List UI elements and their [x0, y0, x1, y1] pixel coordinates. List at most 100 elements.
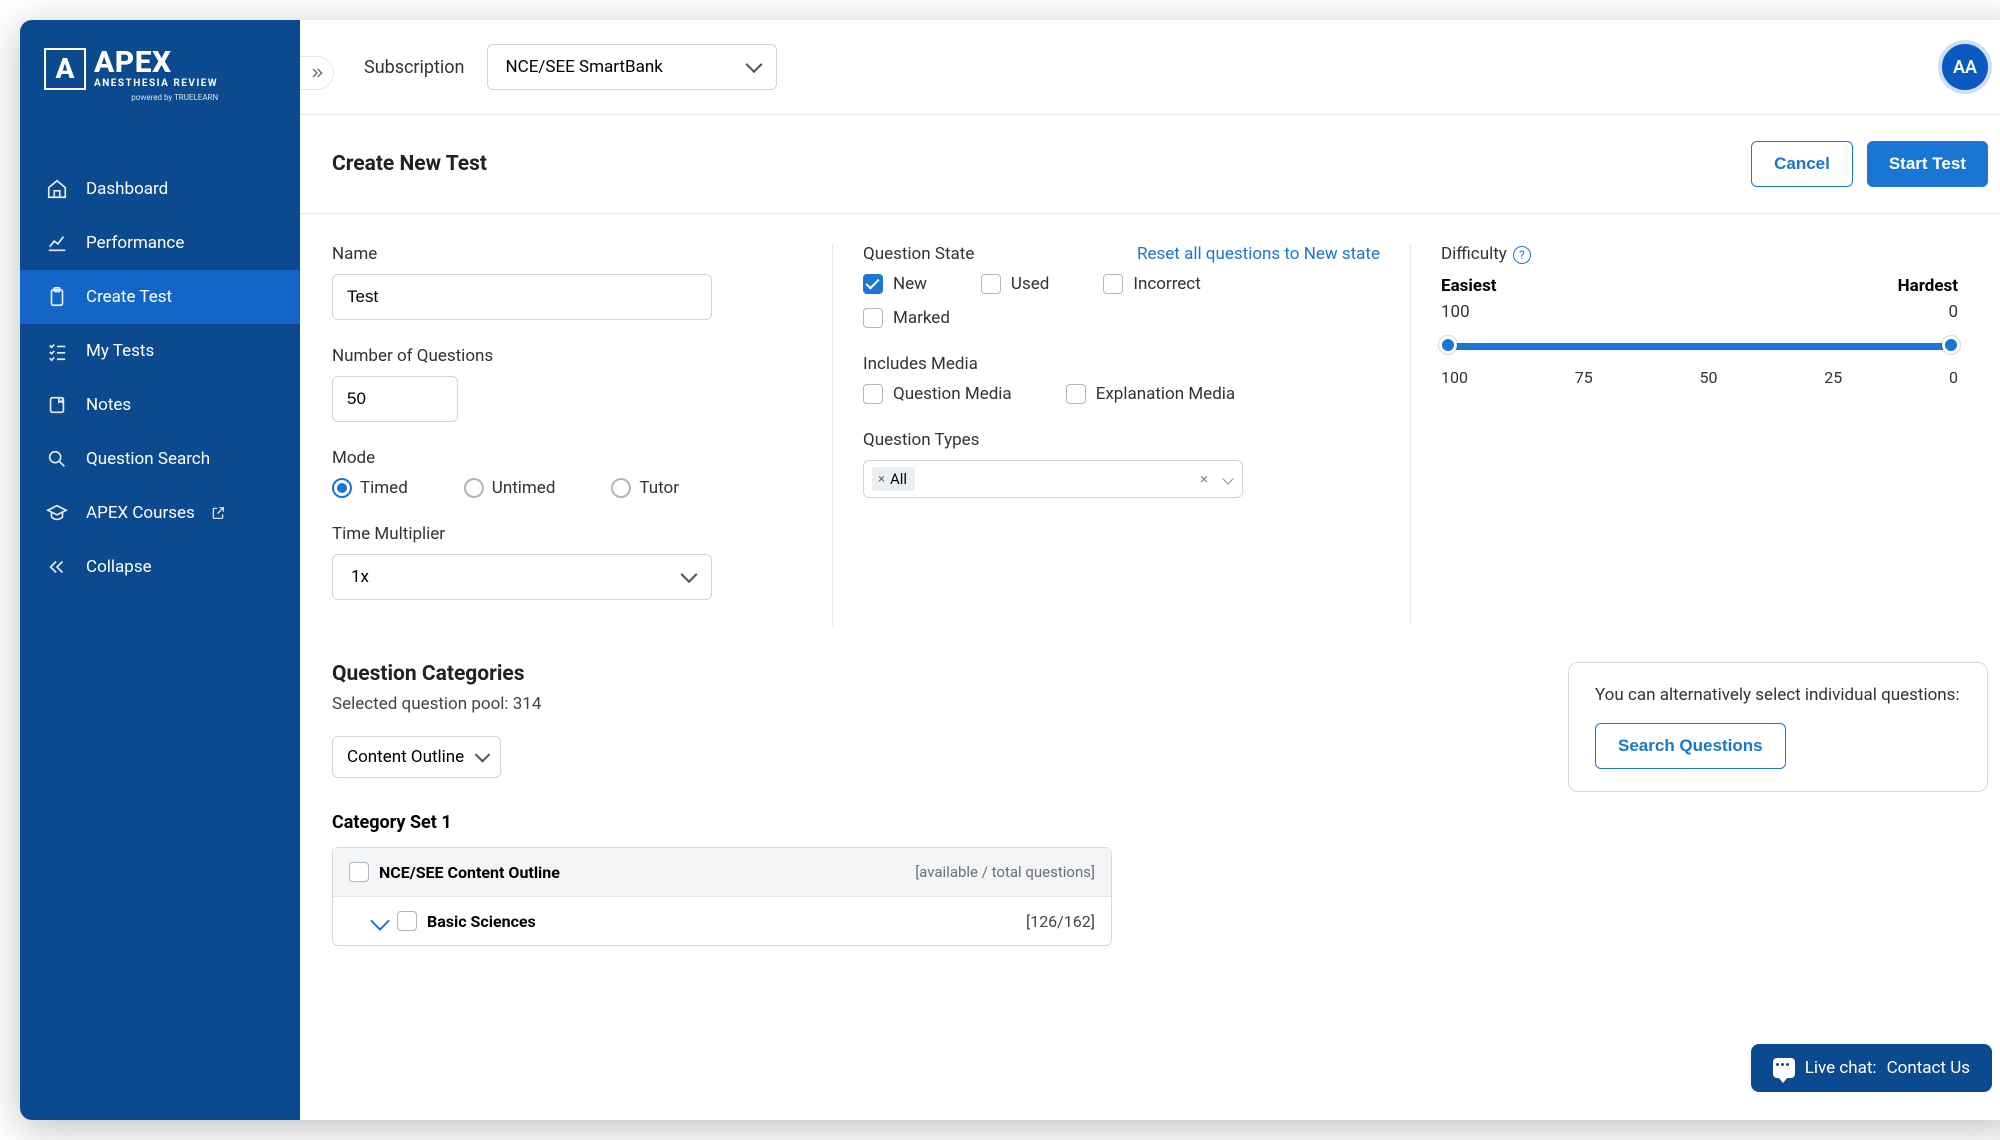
- outline-name: NCE/SEE Content Outline: [379, 863, 560, 882]
- contact-label: Live chat:: [1805, 1058, 1877, 1078]
- time-mult-label: Time Multiplier: [332, 524, 802, 544]
- check-label: Question Media: [893, 384, 1012, 404]
- check-label: Explanation Media: [1096, 384, 1235, 404]
- contact-button[interactable]: Live chat: Contact Us: [1751, 1044, 1992, 1092]
- chevron-down-icon: [1222, 473, 1233, 484]
- qc-title: Question Categories: [332, 662, 1528, 686]
- mode-radio-timed[interactable]: Timed: [332, 478, 408, 498]
- sidebar-item-notes[interactable]: Notes: [20, 378, 300, 432]
- topbar: Subscription NCE/SEE SmartBank AA: [300, 20, 2000, 115]
- difficulty-label: Difficulty?: [1441, 244, 1958, 264]
- subscription-select[interactable]: NCE/SEE SmartBank: [487, 44, 777, 90]
- qc-dropdown[interactable]: Content Outline: [332, 736, 501, 778]
- name-label: Name: [332, 244, 802, 264]
- qstate-check-marked[interactable]: Marked: [863, 308, 1380, 328]
- check-label: Marked: [893, 308, 950, 328]
- graduation-icon: [46, 502, 68, 524]
- slider-ticks: 100 75 50 25 0: [1441, 368, 1958, 387]
- qtypes-tag[interactable]: ×All: [872, 467, 915, 491]
- checkbox-icon[interactable]: [349, 862, 369, 882]
- col-left: Name Number of Questions Mode Timed Unti…: [332, 244, 832, 626]
- home-icon: [46, 178, 68, 200]
- catset-title: Category Set 1: [332, 812, 1112, 833]
- sidebar-item-label: Dashboard: [86, 179, 168, 199]
- name-input[interactable]: [332, 274, 712, 320]
- time-mult-select[interactable]: 1x: [332, 554, 712, 600]
- qtypes-input[interactable]: ×All ×: [863, 460, 1243, 498]
- page-header: Create New Test Cancel Start Test: [300, 115, 2000, 214]
- tick: 50: [1700, 368, 1718, 387]
- search-questions-button[interactable]: Search Questions: [1595, 723, 1786, 769]
- chart-line-icon: [46, 232, 68, 254]
- clear-icon[interactable]: ×: [1200, 470, 1208, 488]
- cat-row-name: Basic Sciences: [427, 912, 536, 931]
- slider-thumb-left[interactable]: [1439, 336, 1457, 354]
- external-link-icon: [207, 502, 229, 524]
- sidebar-item-my-tests[interactable]: My Tests: [20, 324, 300, 378]
- radio-label: Tutor: [639, 478, 679, 498]
- diff-low: 100: [1441, 302, 1470, 322]
- cat-row[interactable]: Basic Sciences [126/162]: [333, 897, 1111, 945]
- reset-link[interactable]: Reset all questions to New state: [1137, 244, 1380, 264]
- checkbox-icon: [863, 274, 883, 294]
- brand-sub: ANESTHESIA REVIEW: [94, 78, 218, 89]
- checkbox-icon: [863, 308, 883, 328]
- slider-thumb-right[interactable]: [1942, 336, 1960, 354]
- time-mult-value: 1x: [351, 567, 369, 587]
- checkbox-icon: [863, 384, 883, 404]
- cat-box: NCE/SEE Content Outline [available / tot…: [332, 847, 1112, 946]
- qstate-check-incorrect[interactable]: Incorrect: [1103, 274, 1200, 294]
- start-test-button[interactable]: Start Test: [1867, 141, 1988, 187]
- mode-radio-tutor[interactable]: Tutor: [611, 478, 679, 498]
- checkbox-icon: [1103, 274, 1123, 294]
- logo-mark-icon: A: [44, 48, 86, 90]
- chevron-double-left-icon: [46, 556, 68, 578]
- media-check-explanation[interactable]: Explanation Media: [1066, 384, 1235, 404]
- check-label: New: [893, 274, 927, 294]
- tick: 75: [1575, 368, 1593, 387]
- sidebar-item-label: Create Test: [86, 287, 172, 307]
- sidebar-item-create-test[interactable]: Create Test: [20, 270, 300, 324]
- nav: Dashboard Performance Create Test My Tes…: [20, 162, 300, 594]
- numq-input[interactable]: [332, 376, 458, 422]
- diff-high: 0: [1948, 302, 1958, 322]
- sidebar-item-label: Performance: [86, 233, 184, 253]
- qtypes-label: Question Types: [863, 430, 1380, 450]
- clipboard-icon: [46, 286, 68, 308]
- cancel-button[interactable]: Cancel: [1751, 141, 1853, 187]
- checkbox-icon: [981, 274, 1001, 294]
- sidebar-item-collapse[interactable]: Collapse: [20, 540, 300, 594]
- mode-radio-untimed[interactable]: Untimed: [464, 478, 556, 498]
- slider-track: [1441, 343, 1958, 350]
- check-label: Used: [1011, 274, 1049, 294]
- sidebar-toggle[interactable]: [300, 56, 334, 90]
- list-check-icon: [46, 340, 68, 362]
- chevron-down-icon[interactable]: [370, 911, 390, 931]
- sidebar-item-question-search[interactable]: Question Search: [20, 432, 300, 486]
- help-icon[interactable]: ?: [1513, 246, 1531, 264]
- sidebar-item-label: My Tests: [86, 341, 154, 361]
- media-check-question[interactable]: Question Media: [863, 384, 1012, 404]
- chat-icon: [1773, 1058, 1795, 1078]
- sidebar-item-performance[interactable]: Performance: [20, 216, 300, 270]
- diff-easiest: Easiest: [1441, 276, 1497, 296]
- difficulty-slider[interactable]: [1441, 334, 1958, 358]
- brand-powered: powered by TRUELEARN: [94, 93, 218, 102]
- main: Subscription NCE/SEE SmartBank AA Create…: [300, 20, 2000, 1120]
- sidebar-item-label: Question Search: [86, 449, 210, 469]
- note-icon: [46, 394, 68, 416]
- tick: 0: [1949, 368, 1958, 387]
- sidebar-item-dashboard[interactable]: Dashboard: [20, 162, 300, 216]
- col-right: Difficulty? Easiest Hardest 100 0: [1410, 244, 1988, 626]
- qstate-check-new[interactable]: New: [863, 274, 927, 294]
- qstate-check-used[interactable]: Used: [981, 274, 1049, 294]
- col-middle: Question State Reset all questions to Ne…: [832, 244, 1410, 626]
- tag-remove-icon[interactable]: ×: [878, 472, 885, 487]
- brand-logo: A APEX ANESTHESIA REVIEW powered by TRUE…: [20, 20, 300, 122]
- qc-pool: Selected question pool: 314: [332, 694, 1528, 714]
- checkbox-icon[interactable]: [397, 911, 417, 931]
- sidebar-item-label: Collapse: [86, 557, 152, 577]
- avatar[interactable]: AA: [1938, 40, 1992, 94]
- brand-name: APEX: [94, 48, 218, 78]
- sidebar-item-apex-courses[interactable]: APEX Courses: [20, 486, 300, 540]
